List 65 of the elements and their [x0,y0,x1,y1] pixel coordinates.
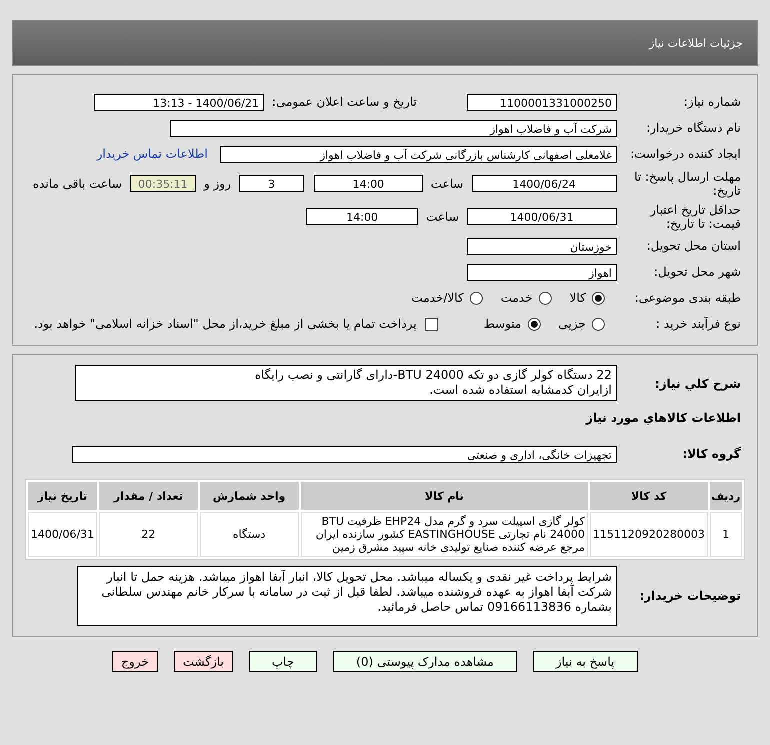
field-label: ساعت [426,210,459,224]
table-cell: کولر گازی اسپیلت سرد و گرم مدل EHP24 ظرفیت BTU 24000 نام تجارتی EASTINGHOUSE کشور سازنده ایران مرجع عرضه کننده صنایع تولیدی خانه سپید مشرق زمین [300,512,588,557]
column-header: تعداد / مقدار [99,482,198,510]
table-cell: 1151120920280003 [590,512,708,557]
option-label: کالا [570,291,586,305]
option-label: متوسط [484,317,522,331]
field-label: ساعت باقی مانده [33,176,122,190]
field-label: روز و [204,176,232,190]
field-label: پرداخت تمام یا بخشی از مبلغ خرید،از محل "اسناد خزانه اسلامی" خواهد بود. [34,317,417,331]
field-label: نوع فرآیند خرید : [655,317,742,331]
text-field[interactable]: شرکت آب و فاضلاب اهواز [170,120,617,136]
field-label: ایجاد کننده درخواست: [629,147,742,161]
field-label: طبقه بندی موضوعی: [634,291,742,305]
radio-button[interactable] [470,292,483,304]
contact-link[interactable]: اطلاعات تماس خریدار [96,147,208,161]
radio-button[interactable] [528,318,541,330]
option-label: خدمت [500,291,533,305]
text-field[interactable]: 1100001331000250 [467,94,617,110]
notes-text: شرایط پرداخت غیر نقدی و یکساله میباشد. محل تحویل کالا، انبار آبفا اهواز میباشد. هزینه حمل تا انبار شرکت آبفا اهواز به عهده فروشنده میباشد. لطفا قبل از ثبت در سامانه با سرکار خانم مهندس سلطانی بشماره 09166113836 تماس حاصل فرمائید. [77,566,617,626]
text-field[interactable]: تجهیزات خانگی، اداری و صنعتی [72,446,617,462]
column-header: کد کالا [590,482,708,510]
field-label: گروه كالا: [682,447,742,461]
text-field[interactable]: خوزستان [467,238,617,254]
description-text: ازایران کدمشابه استفاده شده است. [428,383,612,398]
action-button[interactable]: پاسخ به نیاز [532,651,638,672]
radio-button[interactable] [592,318,605,330]
field-label: توضیحات خریدار: [638,589,742,603]
field-label: نام دستگاه خریدار: [646,121,742,135]
column-header: ردیف [710,482,742,510]
field-label: مهلت ارسال پاسخ: تا تاریخ: [633,170,742,198]
option-label: جزیی [558,317,586,331]
table-cell: 1400/06/31 [28,512,98,557]
field-label: شهر محل تحویل: [653,265,742,279]
action-button[interactable]: چاپ [249,651,318,672]
field-label: شرح كلي نياز: [654,376,742,391]
countdown-field: 00:35:11 [130,175,196,192]
checkbox[interactable] [424,318,438,330]
option-label: کالا/خدمت [412,291,464,305]
field-label: شماره نیاز: [683,95,742,109]
field-label: حداقل تاریخ اعتبار قیمت: تا تاریخ: [648,202,742,230]
text-field[interactable]: 1400/06/31 [467,208,617,225]
text-field[interactable]: غلامعلی اصفهانی کارشناس بازرگانی شرکت آب و فاضلاب اهواز [220,146,617,162]
column-header: نام کالا [300,482,588,510]
action-button[interactable]: خروج [112,651,158,672]
radio-button[interactable] [592,292,605,304]
text-field[interactable]: 1400/06/21 - 13:13 [94,94,264,110]
text-field[interactable]: 3 [239,175,304,192]
column-header: تاریخ نیاز [28,482,98,510]
page-title: جزئیات اطلاعات نیاز [649,36,743,50]
text-field[interactable]: 1400/06/24 [472,175,617,192]
action-button[interactable]: بازگشت [174,651,233,672]
table-cell: دستگاه [200,512,299,557]
column-header: واحد شمارش [200,482,299,510]
radio-button[interactable] [538,292,552,304]
table-cell: 22 [99,512,198,557]
table-cell: 1 [710,512,742,557]
field-label: ساعت [430,176,464,190]
description-text: 22 دستگاه کولر گازی دو تکه BTU 24000-دارای گارانتی و نصب رایگاه [254,368,612,383]
text-field[interactable]: اهواز [467,264,617,280]
field-label: تاریخ و ساعت اعلان عمومی: [272,95,417,109]
text-field[interactable]: 14:00 [314,175,423,192]
field-label: استان محل تحویل: [646,239,742,253]
text-field[interactable]: 14:00 [306,208,418,225]
section-heading: اطلاعات كالاهاي مورد نياز [586,411,742,425]
action-button[interactable]: مشاهده مدارک پیوستی (0) [333,651,517,672]
